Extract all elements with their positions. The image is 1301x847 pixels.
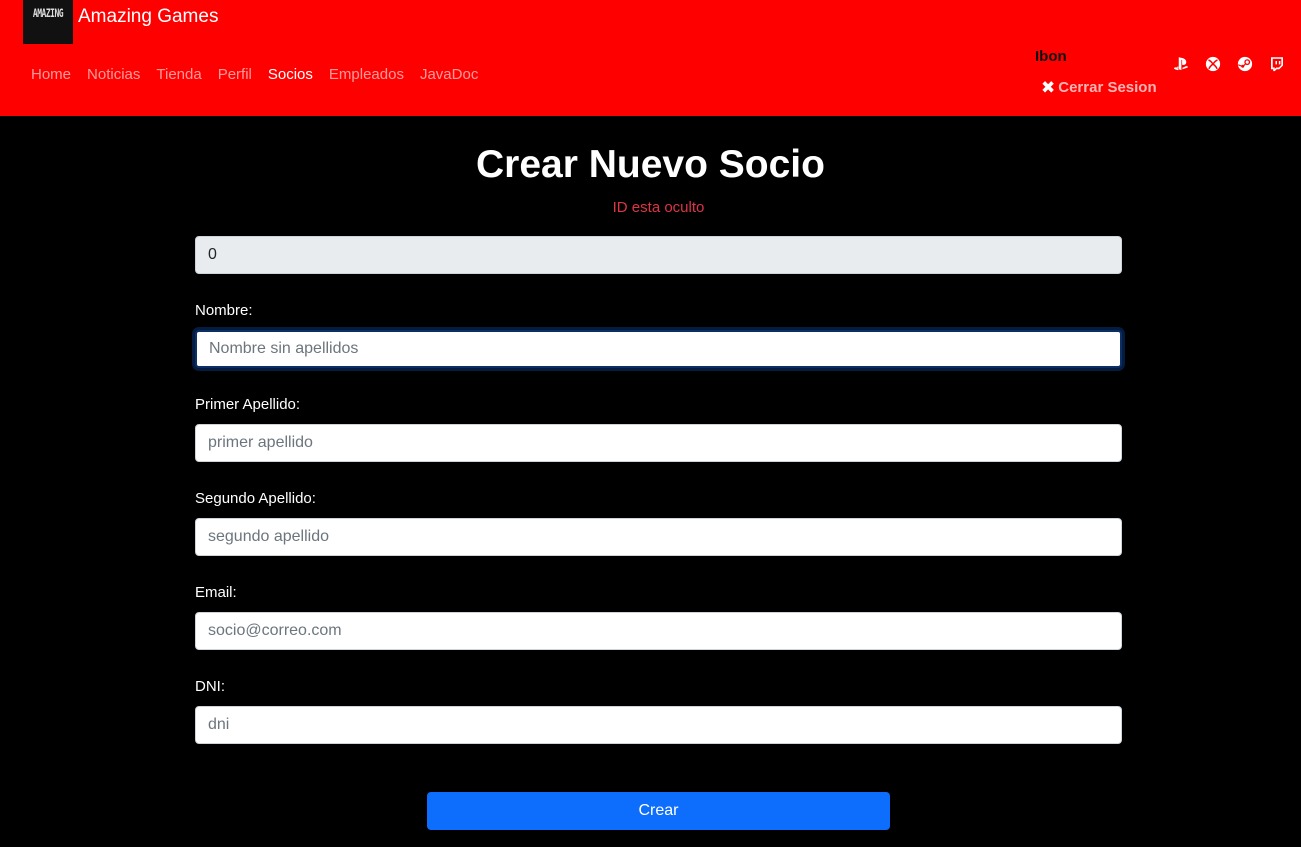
id-hidden-note: ID esta oculto bbox=[612, 199, 705, 216]
logo[interactable]: AMAZING bbox=[23, 0, 73, 44]
logo-text: AMAZING bbox=[32, 7, 64, 20]
steam-icon[interactable] bbox=[1236, 55, 1254, 73]
nav-link-home[interactable]: Home bbox=[31, 66, 71, 83]
xbox-icon[interactable] bbox=[1204, 55, 1222, 73]
apellido1-label: Primer Apellido: bbox=[195, 396, 301, 413]
user-name: Ibon bbox=[1035, 48, 1067, 65]
apellido1-group: Primer Apellido: bbox=[195, 396, 1122, 462]
logout-label: Cerrar Sesion bbox=[1058, 79, 1157, 96]
email-group: Email: bbox=[195, 584, 1122, 650]
playstation-icon[interactable] bbox=[1172, 55, 1190, 73]
brand-name[interactable]: Amazing Games bbox=[78, 6, 218, 28]
nav-link-perfil[interactable]: Perfil bbox=[218, 66, 252, 83]
dni-group: DNI: bbox=[195, 678, 1122, 744]
crear-button[interactable]: Crear bbox=[427, 792, 890, 830]
nav-link-noticias[interactable]: Noticias bbox=[87, 66, 140, 83]
nombre-field[interactable] bbox=[195, 330, 1122, 368]
dni-label: DNI: bbox=[195, 678, 225, 695]
id-group bbox=[195, 236, 1122, 274]
id-field[interactable] bbox=[195, 236, 1122, 274]
nav-links: Home Noticias Tienda Perfil Socios Emple… bbox=[31, 66, 494, 83]
social-icons bbox=[1172, 55, 1286, 73]
apellido2-label: Segundo Apellido: bbox=[195, 490, 316, 507]
nav-link-socios[interactable]: Socios bbox=[268, 66, 313, 83]
nombre-group: Nombre: bbox=[195, 302, 1122, 368]
nav-link-javadoc[interactable]: JavaDoc bbox=[420, 66, 478, 83]
nav-link-empleados[interactable]: Empleados bbox=[329, 66, 404, 83]
page-title: Crear Nuevo Socio bbox=[476, 143, 825, 186]
apellido1-field[interactable] bbox=[195, 424, 1122, 462]
email-label: Email: bbox=[195, 584, 237, 601]
logout-button[interactable]: ✖ Cerrar Sesion bbox=[1041, 79, 1157, 96]
navbar: AMAZING Amazing Games Home Noticias Tien… bbox=[0, 0, 1301, 116]
dni-field[interactable] bbox=[195, 706, 1122, 744]
twitch-icon[interactable] bbox=[1268, 55, 1286, 73]
email-field[interactable] bbox=[195, 612, 1122, 650]
nombre-label: Nombre: bbox=[195, 302, 253, 319]
nav-link-tienda[interactable]: Tienda bbox=[156, 66, 201, 83]
close-icon: ✖ bbox=[1041, 78, 1056, 97]
apellido2-field[interactable] bbox=[195, 518, 1122, 556]
apellido2-group: Segundo Apellido: bbox=[195, 490, 1122, 556]
